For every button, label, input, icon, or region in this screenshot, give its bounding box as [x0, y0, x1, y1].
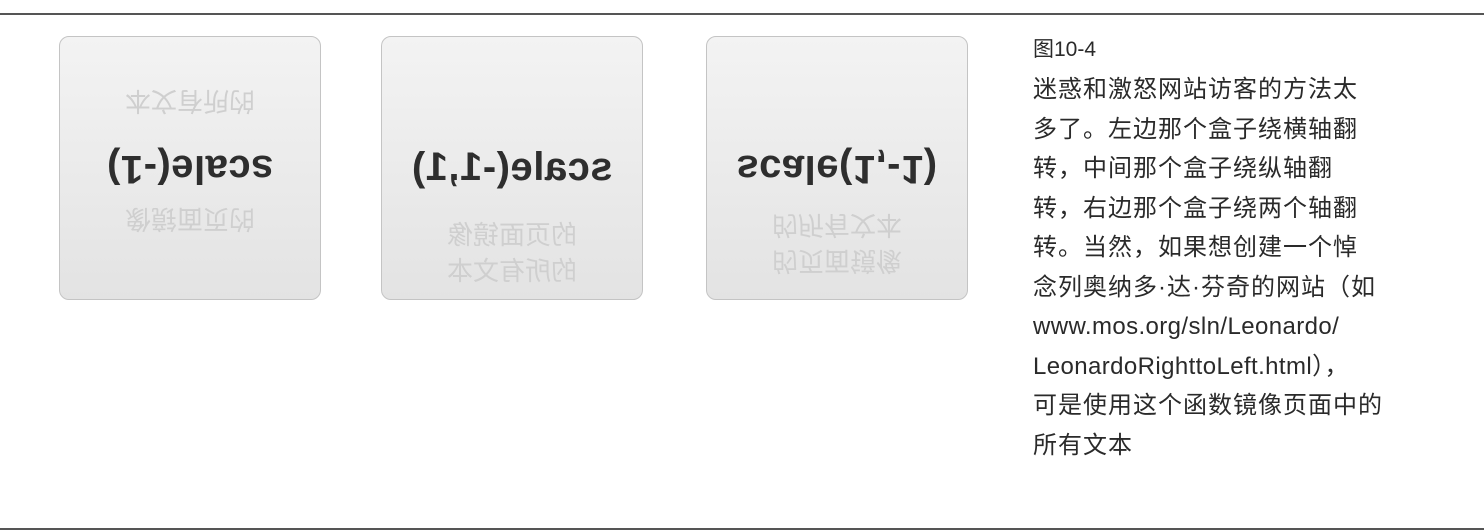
demo-box-scale-vertical: 的页面镜像 的所有文本 scale(1,-1) [706, 36, 968, 300]
box-label: scale(-1) [106, 147, 274, 191]
figure-caption: 图10-4 迷惑和激怒网站访客的方法太 多了。左边那个盒子绕横轴翻 转，中间那个… [1033, 30, 1433, 465]
demo-box-content: 的页面镜像 的所有文本 scale(1,-1) [707, 37, 967, 299]
demo-box-scale-horizontal: 的页面镜像 scale(-1,1) 的所有文本 [381, 36, 643, 300]
demo-box-scale-both: 的页面镜像 scale(-1) 的所有文本 [59, 36, 321, 300]
caption-line: 多了。左边那个盒子绕横轴翻 [1033, 115, 1358, 143]
caption-line: 所有文本 [1033, 431, 1133, 459]
box-ghost-text: 的页面镜像 [125, 204, 256, 234]
bottom-rule [0, 528, 1484, 530]
caption-line: 转，右边那个盒子绕两个轴翻 [1033, 194, 1358, 222]
caption-line-url: LeonardoRighttoLeft.html）， [1033, 352, 1349, 380]
caption-line: 转。当然，如果想创建一个悼 [1033, 234, 1358, 261]
box-ghost-text: 的页面镜像 [771, 246, 902, 276]
caption-line: 迷惑和激怒网站访客的方法太 [1033, 76, 1358, 103]
demo-box-content: 的页面镜像 scale(-1) 的所有文本 [60, 37, 320, 299]
box-label: scale(1,-1) [736, 147, 938, 191]
demo-box-content: 的页面镜像 scale(-1,1) 的所有文本 [382, 37, 642, 299]
box-ghost-text: 的所有文本 [447, 256, 578, 286]
figure-number: 图10-4 [1033, 38, 1097, 61]
box-ghost-text: 的页面镜像 [447, 220, 578, 250]
top-rule [0, 13, 1484, 15]
caption-line-url: www.mos.org/sln/Leonardo/ [1033, 313, 1340, 340]
box-ghost-text: 的所有文本 [125, 86, 256, 116]
box-ghost-text: 的所有文本 [771, 210, 902, 240]
caption-line: 可是使用这个函数镜像页面中的 [1033, 392, 1383, 419]
caption-line: 念列奥纳多·达·芬奇的网站（如 [1033, 273, 1376, 301]
box-label: scale(-1,1) [411, 145, 613, 189]
caption-line: 转，中间那个盒子绕纵轴翻 [1033, 155, 1333, 182]
